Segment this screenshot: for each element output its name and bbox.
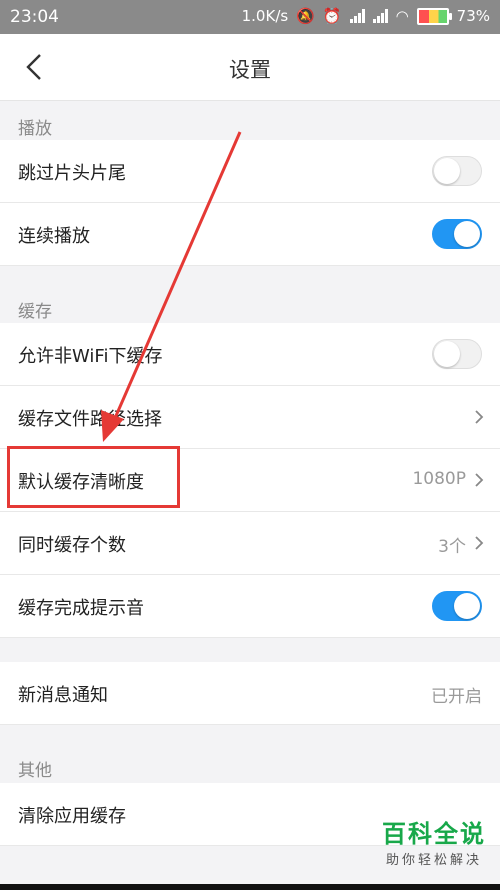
chevron-right-icon <box>475 536 484 550</box>
row-label: 同时缓存个数 <box>18 535 126 556</box>
page-title: 设置 <box>229 58 271 82</box>
row-value: 已开启 <box>431 687 482 707</box>
battery-icon <box>416 7 452 25</box>
row-skip-intro[interactable]: 跳过片头片尾 <box>0 140 500 203</box>
signal-icon <box>349 9 365 23</box>
chevron-right-icon <box>475 410 484 424</box>
row-label: 新消息通知 <box>18 685 108 706</box>
row-continuous-play[interactable]: 连续播放 <box>0 203 500 266</box>
watermark-subtitle: 助你轻松解决 <box>385 853 482 868</box>
watermark-title: 百科全说 <box>382 820 486 848</box>
row-label: 连续播放 <box>18 226 90 247</box>
row-label: 跳过片头片尾 <box>18 163 126 184</box>
row-allow-non-wifi[interactable]: 允许非WiFi下缓存 <box>0 323 500 386</box>
row-finish-sound[interactable]: 缓存完成提示音 <box>0 575 500 638</box>
row-value: 3个 <box>438 537 466 557</box>
bottom-edge <box>0 884 500 890</box>
section-label-playback: 播放 <box>18 119 52 139</box>
alarm-icon: ⏰ <box>322 7 342 25</box>
skip-intro-toggle[interactable] <box>432 156 482 186</box>
row-value: 1080P <box>412 469 466 489</box>
chevron-right-icon <box>475 473 484 487</box>
row-concurrent-count[interactable]: 同时缓存个数 3个 <box>0 512 500 575</box>
status-time: 23:04 <box>10 7 59 27</box>
section-label-cache: 缓存 <box>18 302 52 322</box>
row-label: 缓存文件路径选择 <box>18 409 162 430</box>
row-label: 缓存完成提示音 <box>18 598 144 619</box>
highlight-box <box>7 446 180 508</box>
mute-icon: 🔕 <box>296 7 315 25</box>
row-label: 清除应用缓存 <box>18 806 126 827</box>
network-speed: 1.0K/s <box>241 7 289 25</box>
wifi-icon: ◠ <box>395 7 409 25</box>
row-message-notification[interactable]: 新消息通知 已开启 <box>0 662 500 725</box>
section-label-other: 其他 <box>18 761 52 781</box>
continuous-play-toggle[interactable] <box>432 219 482 249</box>
row-cache-path[interactable]: 缓存文件路径选择 <box>0 386 500 449</box>
status-bar: 23:04 1.0K/s 🔕 ⏰ ◠ 73% <box>0 0 500 34</box>
signal-icon-2 <box>372 9 388 23</box>
non-wifi-toggle[interactable] <box>432 339 482 369</box>
row-label: 允许非WiFi下缓存 <box>18 346 163 367</box>
battery-level: 73% <box>456 7 490 25</box>
app-header: 设置 <box>0 34 500 101</box>
watermark: 百科全说 助你轻松解决 <box>382 814 486 868</box>
finish-sound-toggle[interactable] <box>432 591 482 621</box>
status-icons: 1.0K/s 🔕 ⏰ ◠ 73% <box>242 7 490 25</box>
